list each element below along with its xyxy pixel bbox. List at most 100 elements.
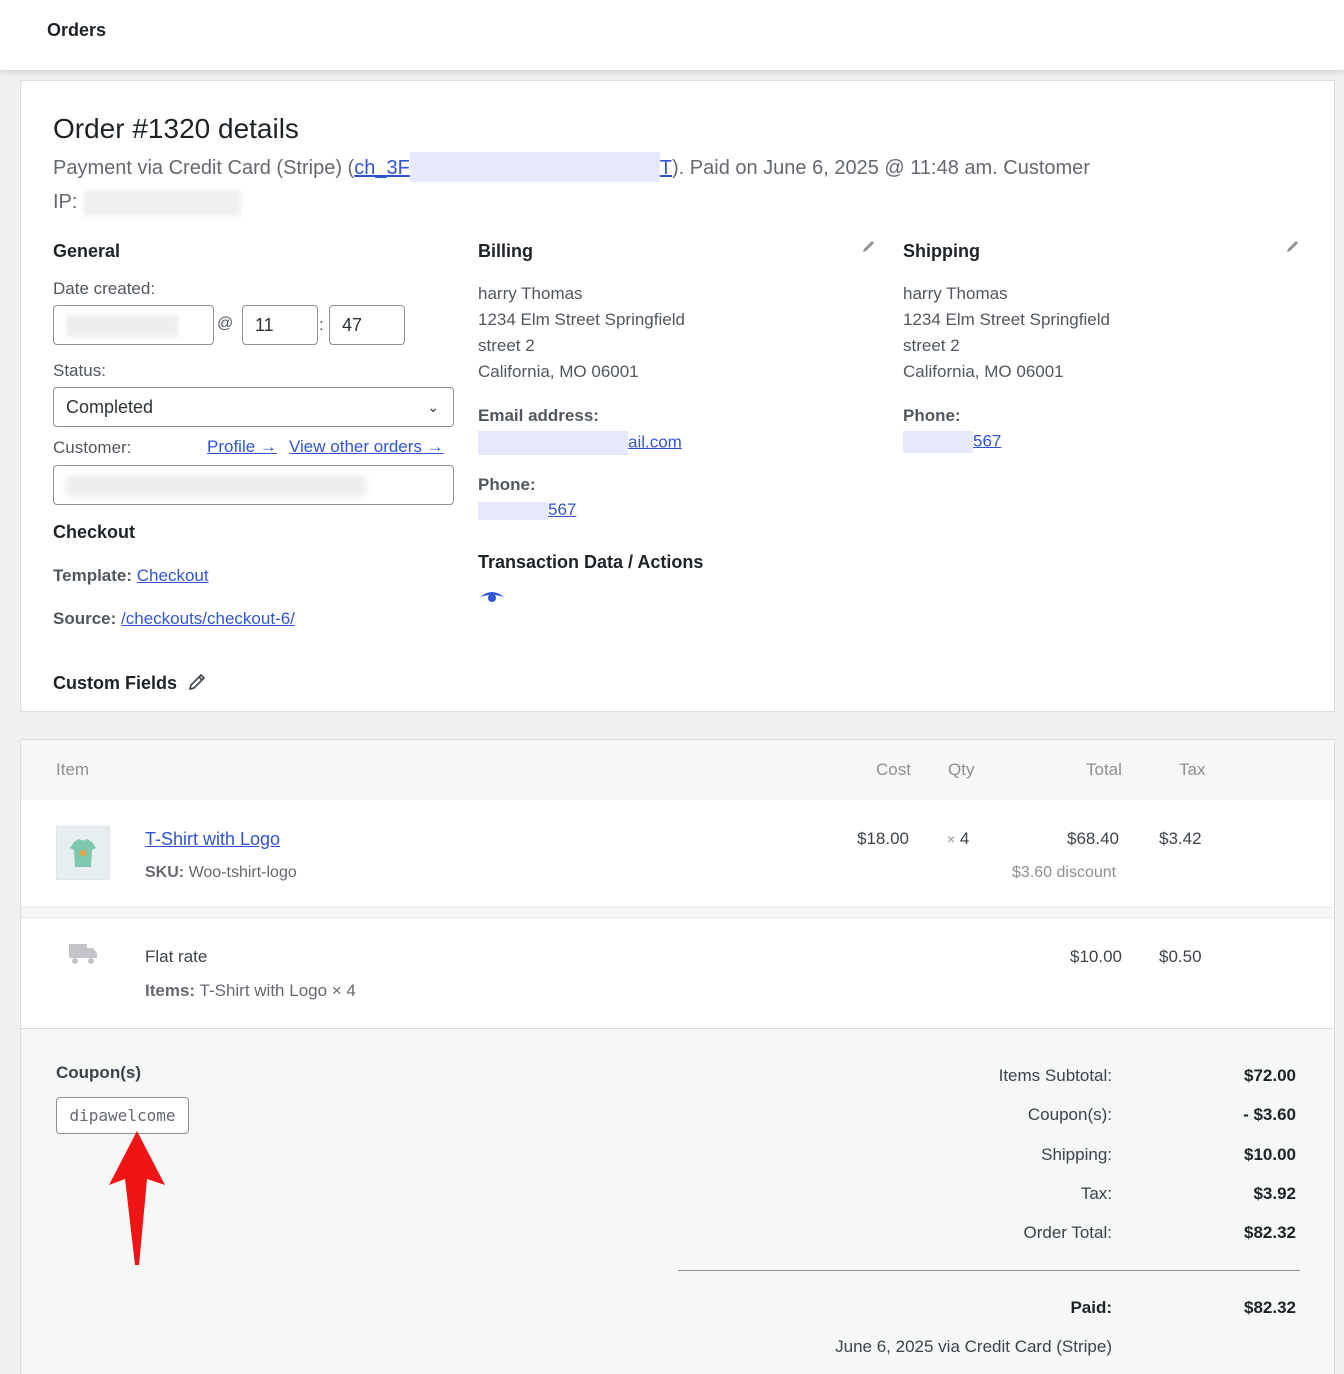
billing-line1: 1234 Elm Street Springfield	[478, 310, 685, 329]
tax-total-value: $3.92	[1253, 1184, 1296, 1203]
transaction-data-heading: Transaction Data / Actions	[478, 552, 704, 572]
items-subtotal-value: $72.00	[1244, 1066, 1296, 1085]
items-table-header: Item Cost Qty Total Tax	[21, 740, 1334, 800]
status-label: Status:	[53, 361, 106, 380]
template-link[interactable]: Checkout	[137, 566, 209, 585]
charge-id-link[interactable]: ch_3F T	[354, 151, 672, 182]
eye-icon[interactable]	[478, 589, 506, 605]
totals-divider	[678, 1270, 1300, 1271]
column-cost: Cost	[876, 760, 911, 779]
source-label: Source:	[53, 609, 117, 628]
product-sku: SKU: Woo-tshirt-logo	[145, 864, 297, 882]
custom-fields-row[interactable]: Custom Fields	[53, 672, 207, 694]
order-total-label: Order Total:	[1023, 1223, 1112, 1242]
qty-value: 4	[959, 829, 970, 848]
redacted-phone	[478, 501, 548, 520]
shipping-tax: $0.50	[1159, 947, 1202, 966]
checkout-template: Template: Checkout	[53, 566, 209, 586]
customer-select[interactable]	[53, 465, 454, 505]
checkout-source: Source: /checkouts/checkout-6/	[53, 609, 295, 629]
at-sign: @	[217, 315, 234, 332]
shipping-total-label: Shipping:	[1041, 1145, 1112, 1164]
redacted-ip	[83, 189, 242, 216]
billing-email-label: Email address:	[478, 406, 599, 425]
date-created-label: Date created:	[53, 279, 156, 298]
product-name-link[interactable]: T-Shirt with Logo	[145, 829, 280, 850]
billing-line3: California, MO 06001	[478, 362, 639, 381]
edit-shipping-pencil-icon[interactable]	[1285, 238, 1301, 254]
shipping-name: harry Thomas	[903, 284, 1008, 303]
source-link[interactable]: /checkouts/checkout-6/	[121, 609, 295, 628]
shipping-items-value: T-Shirt with Logo × 4	[199, 981, 356, 1000]
payment-suffix: ). Paid on June 6, 2025 @ 11:48 am. Cust…	[672, 157, 1090, 179]
custom-fields-heading: Custom Fields	[53, 673, 178, 693]
coupon-total-value: - $3.60	[1243, 1105, 1296, 1124]
paid-value: $82.32	[1244, 1298, 1296, 1317]
ip-label: IP:	[53, 191, 78, 213]
product-discount: $3.60 discount	[1012, 864, 1117, 881]
annotation-arrow	[109, 1131, 165, 1265]
billing-name: harry Thomas	[478, 284, 583, 303]
product-thumbnail[interactable]	[56, 826, 110, 880]
order-title: Order #1320 details	[53, 113, 299, 144]
column-tax: Tax	[1179, 760, 1206, 779]
top-bar: Orders	[0, 0, 1344, 70]
profile-link[interactable]: Profile →	[207, 437, 277, 457]
coupon-total-label: Coupon(s):	[1027, 1105, 1112, 1124]
row-divider	[21, 917, 1334, 918]
product-total: $68.40	[1067, 829, 1119, 848]
sku-value: Woo-tshirt-logo	[188, 864, 297, 881]
column-qty: Qty	[948, 760, 975, 779]
shipping-total-value: $10.00	[1244, 1145, 1296, 1164]
product-tax: $3.42	[1159, 829, 1202, 848]
billing-line2: street 2	[478, 336, 535, 355]
sku-label: SKU:	[145, 864, 185, 881]
redacted-charge-id	[409, 151, 660, 182]
payment-meta: Payment via Credit Card (Stripe) (ch_3F T…	[53, 151, 1133, 219]
page-title: Orders	[47, 20, 107, 40]
edit-billing-pencil-icon[interactable]	[861, 238, 877, 254]
paid-note: June 6, 2025 via Credit Card (Stripe)	[835, 1337, 1112, 1356]
pencil-icon[interactable]	[187, 672, 207, 692]
billing-address: harry Thomas 1234 Elm Street Springfield…	[478, 281, 685, 385]
shipping-items-label: Items:	[145, 981, 196, 1000]
shipping-total: $10.00	[1070, 947, 1122, 966]
column-item: Item	[56, 760, 90, 779]
redacted-customer	[66, 475, 366, 498]
hour-input[interactable]: 11	[242, 305, 318, 345]
paid-label: Paid:	[1070, 1298, 1112, 1317]
shipping-address: harry Thomas 1234 Elm Street Springfield…	[903, 281, 1110, 385]
redacted-shipping-phone	[903, 431, 973, 453]
billing-email-link[interactable]: ail.com	[478, 431, 682, 455]
chevron-down-icon: ⌄	[427, 399, 439, 415]
truck-icon	[69, 944, 97, 964]
shipping-phone-label: Phone:	[903, 406, 961, 425]
product-cost: $18.00	[857, 829, 909, 848]
product-qty: × 4	[947, 829, 969, 849]
column-total: Total	[1086, 760, 1122, 779]
tshirt-icon	[70, 839, 96, 867]
template-label: Template:	[53, 566, 133, 585]
order-totals: Coupon(s) dipawelcome Items Subtotal: $7…	[21, 1028, 1334, 1374]
shipping-method-name: Flat rate	[145, 947, 208, 966]
view-other-orders-link[interactable]: View other orders →	[289, 437, 444, 457]
billing-phone-label: Phone:	[478, 475, 536, 494]
shipping-items: Items: T-Shirt with Logo × 4	[145, 981, 356, 1001]
shipping-phone-link[interactable]: 567	[903, 431, 1001, 453]
date-input[interactable]	[53, 305, 214, 345]
minute-input[interactable]: 47	[329, 305, 405, 345]
status-select[interactable]: Completed ⌄	[53, 387, 454, 427]
general-heading: General	[53, 241, 121, 261]
redacted-email	[478, 431, 628, 455]
billing-heading: Billing	[478, 241, 533, 261]
redacted-date	[66, 315, 178, 338]
customer-label: Customer:	[53, 438, 132, 457]
tax-total-label: Tax:	[1080, 1184, 1112, 1203]
shipping-heading: Shipping	[903, 241, 980, 261]
billing-phone-link[interactable]: 567	[478, 500, 576, 520]
qty-times: ×	[947, 831, 956, 847]
shipping-line1: 1234 Elm Street Springfield	[903, 310, 1110, 329]
shipping-line3: California, MO 06001	[903, 362, 1064, 381]
coupons-heading: Coupon(s)	[56, 1063, 141, 1082]
time-colon: :	[319, 315, 324, 334]
